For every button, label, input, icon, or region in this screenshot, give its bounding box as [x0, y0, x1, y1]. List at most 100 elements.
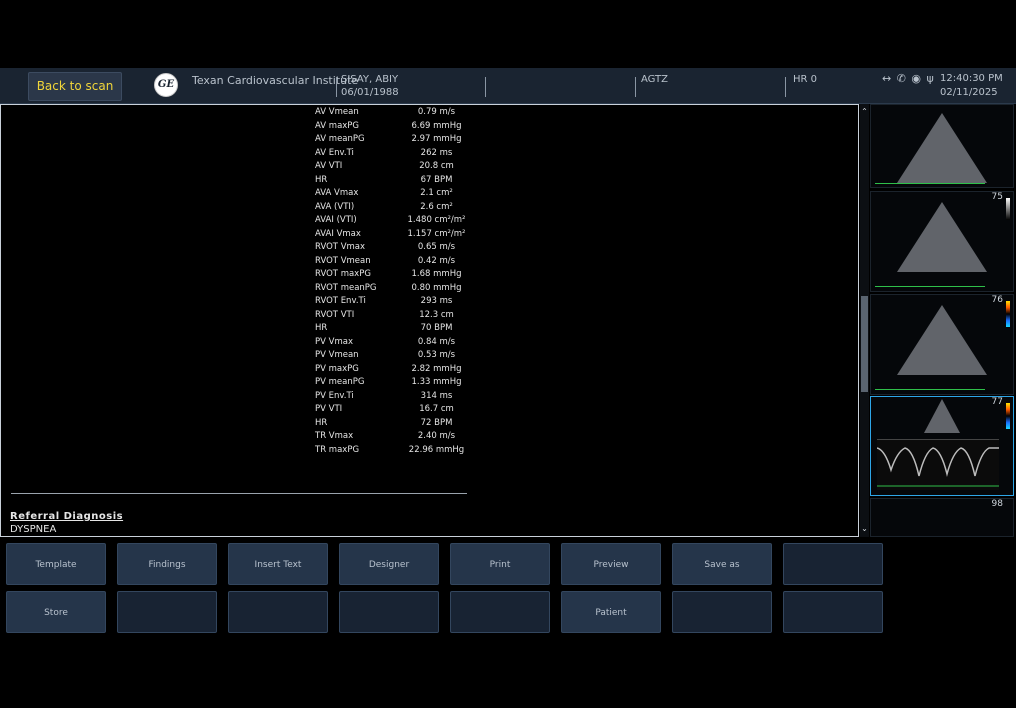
- measurement-label: AV Vmean: [315, 107, 359, 117]
- measurement-value: 2.82 mmHg: [411, 363, 462, 374]
- measurement-value: 262 ms: [420, 147, 453, 158]
- back-to-scan-button[interactable]: Back to scan: [28, 72, 122, 101]
- insert-text-button[interactable]: Insert Text: [228, 543, 328, 585]
- measurement-value: 1.68 mmHg: [411, 269, 462, 279]
- color-scale-bar: [1006, 301, 1010, 327]
- measurement-label: RVOT VTI: [315, 309, 355, 320]
- measurement-value: 2.97 mmHg: [411, 134, 462, 144]
- measurement-value: 0.84 m/s: [417, 336, 456, 347]
- referral-diagnosis-title: Referral Diagnosis: [10, 511, 124, 522]
- measurement-value: 293 ms: [420, 296, 453, 306]
- scrollbar-thumb[interactable]: [861, 296, 868, 392]
- patient-name[interactable]: SISAY, ABIY: [341, 74, 398, 85]
- measurement-value: 20.8 cm: [419, 161, 454, 171]
- function-button-panel: Template Findings Insert Text Designer Print…: [0, 538, 1016, 638]
- thumbnail-number: 98: [991, 499, 1003, 509]
- measurement-label: AV meanPG: [315, 134, 365, 144]
- measurement-label: AVAI (VTI): [315, 215, 357, 225]
- empty-button-slot: [783, 591, 883, 633]
- patient-button[interactable]: Patient: [561, 591, 661, 633]
- scroll-up-icon[interactable]: ⌃: [860, 106, 869, 118]
- measurement-value: 0.42 m/s: [417, 255, 456, 266]
- empty-button-slot: [228, 591, 328, 633]
- report-scrollbar[interactable]: ⌃ ⌄: [860, 104, 869, 537]
- measurement-value: 0.53 m/s: [417, 350, 456, 360]
- measurement-value: 6.69 mmHg: [411, 120, 462, 131]
- doppler-waveform: [876, 447, 999, 487]
- image-thumbnail-strip: 75 76 77 98: [869, 104, 1016, 537]
- thumbnail-number: 77: [991, 397, 1003, 407]
- measurement-label: RVOT Env.Ti: [315, 296, 366, 306]
- measurement-value: 1.157 cm²/m²: [407, 228, 466, 239]
- measurement-label: PV VTI: [315, 404, 343, 414]
- save-as-button[interactable]: Save as: [672, 543, 772, 585]
- measurement-label: PV meanPG: [315, 377, 365, 387]
- patient-dob: 06/01/1988: [341, 87, 399, 98]
- measurement-label: AVA Vmax: [315, 188, 359, 198]
- measurement-label: RVOT maxPG: [315, 269, 371, 279]
- ultrasound-sector: [897, 202, 987, 272]
- measurement-value: 22.96 mmHg: [408, 444, 465, 455]
- clock-date: 02/11/2025: [940, 87, 998, 98]
- measurement-value: 0.80 mmHg: [411, 282, 462, 293]
- measurement-label: HR: [315, 323, 328, 333]
- referral-diagnosis-value: DYSPNEA: [10, 524, 57, 535]
- measurement-label: RVOT Vmax: [315, 242, 366, 252]
- thumbnail-number: 75: [991, 192, 1003, 202]
- grayscale-bar: [1006, 198, 1010, 220]
- report-divider: [11, 493, 467, 494]
- thumbnail-number: 76: [991, 295, 1003, 305]
- measurement-value: 1.33 mmHg: [411, 377, 462, 387]
- measurement-label: PV Vmax: [315, 336, 353, 347]
- thumbnail-image[interactable]: 76: [870, 294, 1014, 395]
- print-button[interactable]: Print: [450, 543, 550, 585]
- report-panel: AV Vmean 0.79 m/s AV maxPG 6.69 mmHg AV mean…: [0, 104, 859, 537]
- measurement-label: TR Vmax: [315, 431, 354, 441]
- measurement-label: AVA (VTI): [315, 201, 355, 212]
- measurement-label: AV maxPG: [315, 120, 360, 131]
- thumbnail-image-selected[interactable]: 77: [870, 396, 1014, 496]
- thumbnail-image[interactable]: 98: [870, 498, 1014, 537]
- designer-button[interactable]: Designer: [339, 543, 439, 585]
- ultrasound-sector: [897, 113, 987, 183]
- protocol-label: AGTZ: [641, 74, 669, 85]
- measurement-label: RVOT meanPG: [315, 282, 377, 293]
- measurement-value: 67 BPM: [420, 174, 453, 185]
- measurement-label: HR: [315, 417, 328, 428]
- thumbnail-image[interactable]: [870, 104, 1014, 188]
- thumbnail-image[interactable]: 75: [870, 191, 1014, 292]
- empty-button-slot: [339, 591, 439, 633]
- scroll-down-icon[interactable]: ⌄: [860, 523, 869, 535]
- measurement-label: PV Vmean: [315, 350, 359, 360]
- hospital-name: Texan Cardiovascular Institute: [192, 74, 359, 87]
- ecg-trace: [875, 389, 985, 390]
- measurement-value: 12.3 cm: [419, 309, 454, 320]
- measurement-value: 2.6 cm²: [420, 201, 453, 212]
- measurement-value: 72 BPM: [420, 417, 453, 428]
- findings-button[interactable]: Findings: [117, 543, 217, 585]
- header-divider: [785, 77, 786, 97]
- measurement-value: 70 BPM: [420, 323, 453, 333]
- empty-button-slot: [672, 591, 772, 633]
- measurement-value: 1.480 cm²/m²: [407, 215, 466, 225]
- doppler-trace: [876, 447, 999, 477]
- store-button[interactable]: Store: [6, 591, 106, 633]
- status-icons: ↔ ✆ ◉ ψ: [882, 72, 935, 85]
- empty-button-slot: [450, 591, 550, 633]
- measurement-label: AV Env.Ti: [315, 147, 354, 158]
- measurement-label: TR maxPG: [315, 444, 360, 455]
- preview-button[interactable]: Preview: [561, 543, 661, 585]
- clock-time: 12:40:30 PM: [940, 73, 1003, 84]
- bottom-strip: [0, 638, 1016, 708]
- measurement-label: PV Env.Ti: [315, 390, 354, 401]
- measurement-label: AVAI Vmax: [315, 228, 361, 239]
- measurement-value: 2.40 m/s: [417, 431, 456, 441]
- measurement-label: AV VTI: [315, 161, 343, 171]
- measurement-label: RVOT Vmean: [315, 255, 371, 266]
- empty-button-slot: [117, 591, 217, 633]
- color-scale-bar: [1006, 403, 1010, 429]
- template-button[interactable]: Template: [6, 543, 106, 585]
- ge-logo: GE: [154, 73, 178, 97]
- ultrasound-sector: [897, 305, 987, 375]
- measurement-value: 314 ms: [420, 390, 453, 401]
